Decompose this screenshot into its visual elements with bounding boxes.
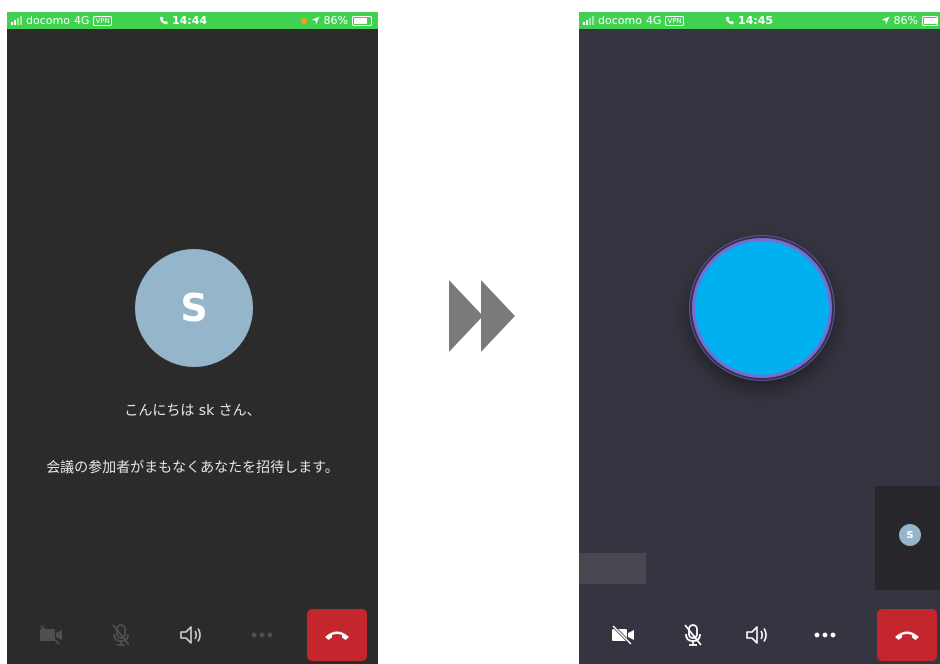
speaker-icon — [746, 626, 767, 644]
vpn-badge: VPN — [665, 15, 684, 26]
mic-toggle-button[interactable] — [103, 617, 139, 653]
speaker-icon — [180, 626, 201, 644]
phone-waiting-screen: docomo 4G VPN 14:44 86% S こんにちは sk さん、 会… — [7, 12, 378, 664]
camera-toggle-button[interactable] — [33, 617, 69, 653]
greeting-text: こんにちは sk さん、 — [124, 403, 261, 419]
time-label: 14:45 — [738, 14, 774, 27]
self-view-tile[interactable]: S — [875, 486, 940, 590]
hangup-button[interactable] — [877, 609, 937, 661]
camera-toggle-button[interactable] — [605, 617, 641, 653]
network-label: 4G — [645, 14, 662, 27]
recording-dot — [300, 17, 307, 24]
user-avatar: S — [135, 249, 253, 367]
mic-off-icon — [684, 624, 702, 646]
phone-meeting-screen: docomo 4G VPN 14:45 86% S — [579, 12, 940, 664]
signal-icon — [11, 16, 22, 25]
status-time: 14:44 — [159, 12, 207, 29]
status-time: 14:45 — [725, 12, 773, 29]
mic-toggle-button[interactable] — [675, 617, 711, 653]
location-arrow-icon — [310, 16, 320, 25]
network-label: 4G — [73, 14, 90, 27]
phone-icon — [725, 16, 734, 25]
mic-off-icon — [112, 624, 130, 646]
carrier-label: docomo — [26, 14, 70, 27]
more-options-button[interactable] — [807, 617, 843, 653]
speaker-button[interactable] — [739, 617, 775, 653]
status-bar: docomo 4G VPN 14:44 86% — [7, 12, 378, 29]
signal-icon — [583, 16, 594, 25]
transition-arrow — [447, 280, 515, 352]
more-icon — [814, 632, 836, 638]
battery-icon — [352, 15, 372, 26]
more-icon — [251, 632, 273, 638]
hangup-button[interactable] — [307, 609, 367, 661]
more-options-button[interactable] — [244, 617, 280, 653]
waiting-message: 会議の参加者がまもなくあなたを招待します。 — [46, 460, 339, 476]
hangup-icon — [325, 631, 349, 640]
location-arrow-icon — [880, 16, 890, 25]
call-toolbar — [7, 602, 378, 664]
speaker-button[interactable] — [173, 617, 209, 653]
carrier-label: docomo — [598, 14, 642, 27]
vpn-badge: VPN — [93, 15, 112, 26]
video-off-icon — [611, 625, 634, 645]
time-label: 14:44 — [172, 14, 208, 27]
status-bar: docomo 4G VPN 14:45 86% — [579, 12, 940, 29]
battery-icon — [922, 15, 938, 26]
battery-label: 86% — [893, 14, 918, 27]
hangup-icon — [895, 631, 919, 640]
self-avatar: S — [899, 524, 921, 546]
participant-name-tag — [579, 553, 646, 584]
double-chevron-right-icon — [449, 280, 515, 352]
video-off-icon — [40, 625, 62, 645]
phone-icon — [159, 16, 168, 25]
battery-label: 86% — [323, 14, 348, 27]
call-toolbar — [579, 602, 940, 664]
participant-avatar — [692, 238, 832, 378]
